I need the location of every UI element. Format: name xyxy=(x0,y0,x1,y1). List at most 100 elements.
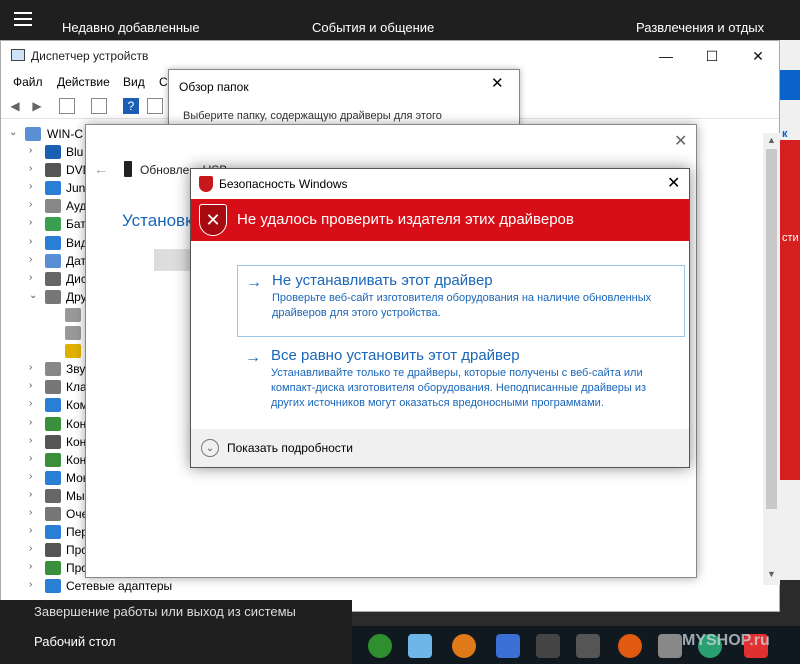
device-category-icon xyxy=(45,579,61,594)
chevron-right-icon[interactable]: › xyxy=(29,398,32,409)
menu-view[interactable]: Вид xyxy=(123,75,145,89)
tree-item-label: Кон xyxy=(66,416,87,431)
chevron-right-icon[interactable]: › xyxy=(29,525,32,536)
browse-folder-dialog: Обзор папок ✕ Выберите папку, содержащую… xyxy=(168,69,520,129)
security-warning-text: Не удалось проверить издателя этих драйв… xyxy=(237,211,574,228)
view-icon[interactable] xyxy=(147,98,163,114)
chevron-right-icon[interactable]: › xyxy=(29,163,32,174)
forward-arrow-icon[interactable]: ▶ xyxy=(29,98,45,114)
security-titlebar[interactable]: Безопасность Windows ✕ xyxy=(191,169,689,199)
tree-item-label: Кон xyxy=(66,434,87,449)
minimize-button[interactable]: — xyxy=(643,41,689,71)
green-app-icon[interactable] xyxy=(368,634,392,658)
install-anyway-option[interactable]: → Все равно установить этот драйвер Уста… xyxy=(237,341,685,425)
device-manager-app-icon xyxy=(11,49,25,61)
close-button[interactable]: ✕ xyxy=(735,41,781,71)
scrollbar-thumb[interactable] xyxy=(766,149,777,509)
chevron-down-icon[interactable]: ⌄ xyxy=(201,439,219,457)
device-category-icon xyxy=(45,561,61,576)
device-category-icon xyxy=(45,362,61,377)
chevron-right-icon[interactable]: › xyxy=(29,579,32,590)
wizard-back-arrow-icon[interactable]: ← xyxy=(94,161,108,177)
taskbar: MYSHOP.ru xyxy=(352,626,800,664)
help-icon[interactable]: ? xyxy=(123,98,139,114)
start-col-entertainment: Развлечения и отдых xyxy=(636,20,765,35)
chevron-right-icon[interactable]: › xyxy=(29,362,32,373)
chevron-right-icon[interactable]: › xyxy=(29,199,32,210)
tree-item-label: Blu xyxy=(66,145,84,159)
hamburger-menu-icon[interactable] xyxy=(14,12,32,26)
device-category-icon xyxy=(45,271,61,286)
network-app-icon[interactable] xyxy=(496,634,520,658)
tree-item-label: Ауд xyxy=(66,199,87,214)
scroll-up-icon[interactable]: ▲ xyxy=(767,135,776,145)
back-arrow-icon[interactable]: ◀ xyxy=(7,98,23,114)
install-anyway-desc: Устанавливайте только те драйверы, котор… xyxy=(271,367,647,409)
properties-icon[interactable] xyxy=(59,98,75,114)
chevron-right-icon[interactable]: › xyxy=(29,181,32,192)
chevron-right-icon[interactable]: › xyxy=(29,417,32,428)
camera-app-icon[interactable] xyxy=(576,634,600,658)
security-shield-icon xyxy=(199,176,213,192)
chevron-down-icon[interactable]: ⌄ xyxy=(9,127,17,138)
chevron-right-icon[interactable]: › xyxy=(29,543,32,554)
device-category-icon xyxy=(45,163,61,178)
device-category-icon xyxy=(45,488,61,503)
menu-help[interactable]: С xyxy=(159,75,168,89)
security-close-icon[interactable]: ✕ xyxy=(667,173,680,193)
browse-close-icon[interactable]: ✕ xyxy=(491,74,504,92)
security-dialog-title: Безопасность Windows xyxy=(219,177,348,191)
chevron-right-icon[interactable]: › xyxy=(29,489,32,500)
chevron-down-icon[interactable]: ⌄ xyxy=(29,290,37,301)
chevron-right-icon[interactable]: › xyxy=(29,507,32,518)
device-category-icon xyxy=(45,434,61,449)
chevron-right-icon[interactable]: › xyxy=(29,236,32,247)
chevron-right-icon[interactable]: › xyxy=(29,471,32,482)
notes-app-icon[interactable] xyxy=(408,634,432,658)
orange-app-icon[interactable] xyxy=(452,634,476,658)
device-category-icon xyxy=(45,452,61,467)
watermark-logo: MYSHOP.ru xyxy=(682,632,770,649)
device-manager-titlebar[interactable]: Диспетчер устройств — ☐ ✕ xyxy=(1,41,779,71)
shutdown-item[interactable]: Завершение работы или выход из системы xyxy=(34,604,296,619)
tree-item-label: Кон xyxy=(66,452,87,467)
chevron-right-icon[interactable]: › xyxy=(29,254,32,265)
dont-install-option[interactable]: → Не устанавливать этот драйвер Проверьт… xyxy=(237,265,685,337)
error-shield-icon: ✕ xyxy=(199,204,227,236)
arrow-right-icon: → xyxy=(245,349,261,366)
chevron-right-icon[interactable]: › xyxy=(29,217,32,228)
show-details-link[interactable]: Показать подробности xyxy=(227,441,353,455)
browse-dialog-title: Обзор папок xyxy=(179,80,249,94)
background-text-sti: сти xyxy=(782,232,799,244)
tree-item-label: Кла xyxy=(66,380,87,395)
device-category-icon xyxy=(45,181,61,196)
chevron-right-icon[interactable]: › xyxy=(29,561,32,572)
menu-action[interactable]: Действие xyxy=(57,75,110,89)
chevron-right-icon[interactable]: › xyxy=(29,145,32,156)
tree-root-label: WIN-C xyxy=(47,127,83,141)
chevron-right-icon[interactable]: › xyxy=(29,272,32,283)
start-col-events: События и общение xyxy=(312,20,435,35)
dont-install-desc: Проверьте веб-сайт изготовителя оборудов… xyxy=(272,292,652,319)
desktop-item[interactable]: Рабочий стол xyxy=(34,634,116,649)
tool-app-icon[interactable] xyxy=(658,634,682,658)
wizard-close-icon[interactable]: ✕ xyxy=(674,131,687,151)
menu-file[interactable]: Файл xyxy=(13,75,43,89)
chevron-right-icon[interactable]: › xyxy=(29,435,32,446)
tree-item-label: Jun xyxy=(66,181,86,196)
vertical-scrollbar[interactable]: ▲ ▼ xyxy=(763,133,780,585)
maximize-button[interactable]: ☐ xyxy=(689,41,735,71)
device-category-icon xyxy=(65,344,81,359)
terminal-app-icon[interactable] xyxy=(536,634,560,658)
security-warning-banner: ✕ Не удалось проверить издателя этих дра… xyxy=(191,199,689,241)
device-category-icon xyxy=(65,326,81,340)
list-icon[interactable] xyxy=(91,98,107,114)
chevron-right-icon[interactable]: › xyxy=(29,453,32,464)
firefox-icon[interactable] xyxy=(618,634,642,658)
chevron-right-icon[interactable]: › xyxy=(29,380,32,391)
device-category-icon xyxy=(45,416,61,431)
tree-item-label: Бат xyxy=(66,217,86,232)
install-anyway-title: Все равно установить этот драйвер xyxy=(271,347,520,364)
scroll-down-icon[interactable]: ▼ xyxy=(767,569,776,579)
tree-item-label: Мы xyxy=(66,488,85,503)
